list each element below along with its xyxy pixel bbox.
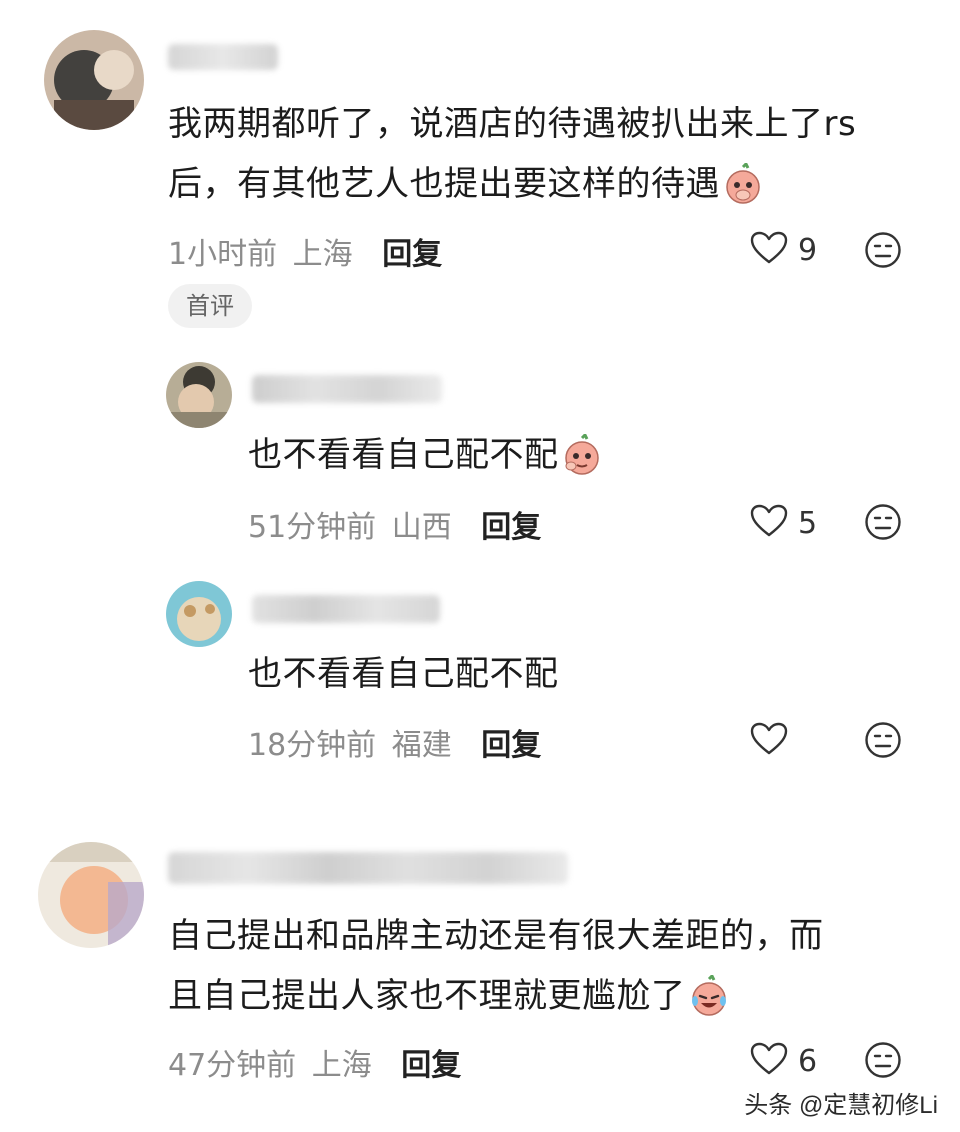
reply-button[interactable]: 回复	[401, 1048, 461, 1083]
comment-text: 也不看看自己配不配	[248, 425, 603, 495]
comment-line: 且自己提出人家也不理就更尴尬了	[168, 966, 928, 1036]
watermark: 头条 @定慧初修Li	[744, 1092, 938, 1119]
heart-outline-icon	[750, 722, 788, 760]
comment-line: 后，有其他艺人也提出要这样的待遇	[168, 154, 928, 224]
location: 山西	[391, 510, 452, 545]
covering-mouth-emoji	[722, 161, 764, 224]
like-count: 9	[798, 232, 818, 268]
username-obscured[interactable]	[168, 44, 278, 70]
timestamp: 1小时前	[168, 237, 278, 272]
like-button[interactable]	[750, 721, 798, 761]
comment-meta: 47分钟前 上海 回复	[168, 1040, 461, 1084]
reply-button[interactable]: 回复	[382, 237, 442, 272]
neutral-face-icon[interactable]	[864, 721, 902, 763]
avatar[interactable]	[166, 581, 232, 647]
avatar[interactable]	[44, 30, 144, 130]
first-comment-badge: 首评	[168, 284, 252, 328]
heart-outline-icon	[750, 231, 788, 269]
laughing-crying-emoji	[688, 973, 730, 1036]
location: 上海	[311, 1048, 372, 1083]
neutral-face-icon[interactable]	[864, 503, 902, 545]
username-obscured[interactable]	[252, 595, 440, 623]
like-count: 6	[798, 1043, 818, 1079]
reply-button[interactable]: 回复	[481, 510, 541, 545]
like-button[interactable]: 9	[750, 230, 817, 270]
avatar[interactable]	[166, 362, 232, 428]
neutral-face-icon[interactable]	[864, 231, 902, 273]
username-obscured[interactable]	[252, 375, 442, 403]
location: 上海	[292, 237, 353, 272]
comment-text: 也不看看自己配不配	[248, 654, 559, 694]
location: 福建	[391, 728, 452, 763]
neutral-face-icon[interactable]	[864, 1041, 902, 1083]
comment-meta: 18分钟前 福建 回复	[248, 720, 541, 764]
timestamp: 47分钟前	[168, 1048, 297, 1083]
timestamp: 51分钟前	[248, 510, 377, 545]
reply-button[interactable]: 回复	[481, 728, 541, 763]
comment-meta: 51分钟前 山西 回复	[248, 502, 541, 546]
avatar[interactable]	[38, 842, 144, 948]
comment-line: 自己提出和品牌主动还是有很大差距的，而	[168, 916, 824, 956]
like-button[interactable]: 5	[750, 503, 817, 543]
comment-text: 我两期都听了，说酒店的待遇被扒出来上了rs 后，有其他艺人也提出要这样的待遇	[168, 94, 928, 224]
comment-text: 自己提出和品牌主动还是有很大差距的，而 且自己提出人家也不理就更尴尬了	[168, 906, 928, 1036]
username-obscured[interactable]	[168, 852, 568, 884]
like-count: 5	[798, 505, 818, 541]
timestamp: 18分钟前	[248, 728, 377, 763]
heart-outline-icon	[750, 504, 788, 542]
comment-meta: 1小时前 上海 回复	[168, 229, 442, 273]
thinking-emoji	[561, 432, 603, 495]
like-button[interactable]: 6	[750, 1041, 817, 1081]
heart-outline-icon	[750, 1042, 788, 1080]
comment-line: 我两期都听了，说酒店的待遇被扒出来上了rs	[168, 104, 857, 144]
